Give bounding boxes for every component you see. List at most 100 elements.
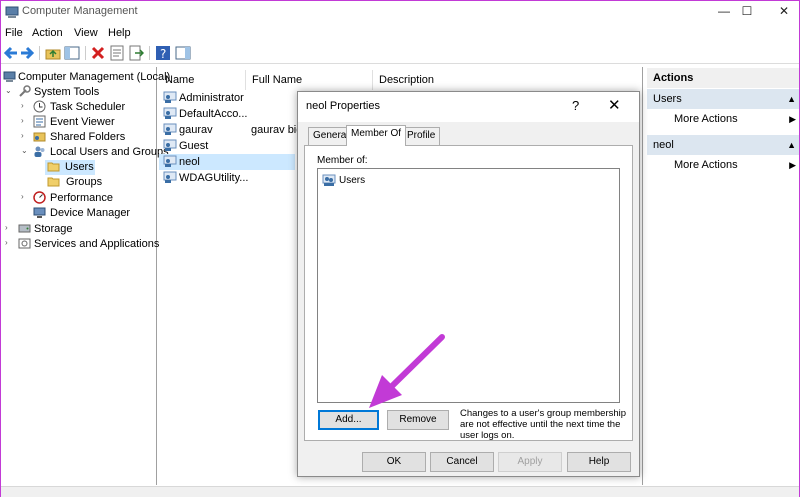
- expand-arrow-icon[interactable]: ›: [21, 131, 29, 140]
- title-bar: Computer Management — ☐ ✕: [1, 1, 799, 23]
- tree-item-label: System Tools: [34, 86, 100, 98]
- tree-item-label: Groups: [66, 176, 103, 188]
- submenu-arrow-icon: ▶: [789, 160, 796, 170]
- user-icon: [163, 123, 177, 135]
- add-button[interactable]: Add...: [318, 410, 379, 430]
- tab-profile[interactable]: Profile: [402, 127, 441, 145]
- actions-section-title: neol: [653, 139, 674, 151]
- export-list-icon[interactable]: [128, 45, 144, 61]
- storage-icon: [18, 224, 31, 233]
- actions-section-neol[interactable]: neol ▲: [647, 135, 799, 155]
- dialog-help-button[interactable]: ?: [572, 98, 579, 113]
- expand-arrow-icon[interactable]: ›: [5, 223, 13, 232]
- submenu-arrow-icon: ▶: [789, 114, 796, 124]
- services-icon: [18, 238, 31, 249]
- delete-icon[interactable]: [90, 45, 106, 61]
- list-item[interactable]: WDAGUtility...: [163, 170, 253, 186]
- properties-icon[interactable]: [109, 45, 125, 61]
- back-arrow-icon[interactable]: [3, 45, 19, 61]
- list-item-name: DefaultAcco...: [179, 108, 248, 120]
- ok-button[interactable]: OK: [362, 452, 426, 472]
- more-actions-users[interactable]: More Actions ▶: [647, 110, 799, 128]
- status-bar: [1, 486, 799, 497]
- toolbar-separator: [85, 46, 86, 60]
- help-button[interactable]: Help: [567, 452, 631, 472]
- expand-arrow-icon[interactable]: ›: [5, 238, 13, 247]
- list-item-name: Administrator: [179, 92, 244, 104]
- user-icon: [163, 107, 177, 119]
- member-of-list[interactable]: Users: [317, 168, 620, 403]
- close-button[interactable]: ✕: [765, 1, 800, 23]
- expand-arrow-icon[interactable]: ›: [21, 192, 29, 201]
- expand-arrow-icon[interactable]: ⌄: [5, 86, 13, 95]
- collapse-arrow-icon[interactable]: ▲: [787, 135, 796, 155]
- folder-icon: [47, 177, 60, 187]
- tree-item-users[interactable]: Users: [45, 160, 95, 175]
- window-title: Computer Management: [22, 5, 138, 17]
- shared-folder-icon: [33, 132, 46, 142]
- column-header-name[interactable]: Name: [159, 70, 246, 90]
- member-of-panel: Member of: Users Add... Remove Changes t…: [304, 145, 633, 441]
- dialog-title: neol Properties: [306, 100, 380, 112]
- remove-button[interactable]: Remove: [387, 410, 449, 430]
- show-hide-tree-icon[interactable]: [64, 45, 80, 61]
- tab-member-of[interactable]: Member Of: [346, 125, 407, 146]
- cancel-button[interactable]: Cancel: [430, 452, 494, 472]
- toolbar-separator: [149, 46, 150, 60]
- up-folder-icon[interactable]: [45, 45, 61, 61]
- tree-item-label: Storage: [34, 223, 73, 235]
- menu-bar: File Action View Help: [1, 24, 799, 42]
- computer-management-window: Computer Management — ☐ ✕ File Action Vi…: [0, 0, 800, 497]
- event-viewer-icon: [33, 115, 46, 128]
- column-header-full-name[interactable]: Full Name: [246, 70, 373, 90]
- toolbar-separator: [39, 46, 40, 60]
- expand-arrow-icon[interactable]: ›: [21, 116, 29, 125]
- expand-arrow-icon[interactable]: ›: [21, 101, 29, 110]
- list-item-name: gaurav: [179, 124, 213, 136]
- column-header-description[interactable]: Description: [373, 70, 641, 90]
- tree-item-label: Local Users and Groups: [50, 146, 169, 158]
- member-of-label: Member of:: [317, 155, 368, 166]
- list-item-name: WDAGUtility...: [179, 172, 249, 184]
- user-icon: [163, 91, 177, 103]
- group-icon: [322, 174, 336, 186]
- membership-note: Changes to a user's group membership are…: [460, 408, 627, 441]
- actions-header: Actions: [647, 68, 799, 88]
- menu-view[interactable]: View: [74, 27, 98, 39]
- actions-pane: Actions Users ▲ More Actions ▶ neol ▲ Mo…: [647, 67, 799, 485]
- collapse-arrow-icon[interactable]: ▲: [787, 89, 796, 109]
- navigation-tree: Computer Management (Local) ⌄ System Too…: [1, 67, 170, 485]
- menu-help[interactable]: Help: [108, 27, 131, 39]
- tree-item-label: Task Scheduler: [50, 101, 126, 113]
- list-item[interactable]: Guest: [163, 138, 243, 154]
- show-action-pane-icon[interactable]: [175, 45, 191, 61]
- more-actions-neol[interactable]: More Actions ▶: [647, 156, 799, 174]
- svg-text:?: ?: [160, 47, 166, 61]
- more-actions-label: More Actions: [674, 113, 738, 125]
- tree-item-label: Event Viewer: [50, 116, 115, 128]
- maximize-button[interactable]: ☐: [728, 1, 766, 23]
- list-item-selected[interactable]: neol: [159, 154, 295, 170]
- toolbar: ?: [1, 42, 799, 64]
- more-actions-label: More Actions: [674, 159, 738, 171]
- menu-file[interactable]: File: [5, 27, 23, 39]
- help-icon[interactable]: ?: [155, 45, 171, 61]
- list-item[interactable]: DefaultAcco...: [163, 106, 247, 122]
- tree-item-label: Shared Folders: [50, 131, 126, 143]
- forward-arrow-icon[interactable]: [19, 45, 35, 61]
- actions-section-users[interactable]: Users ▲: [647, 89, 799, 109]
- apply-button[interactable]: Apply: [498, 452, 562, 472]
- computer-management-icon: [3, 71, 16, 82]
- performance-icon: [33, 191, 46, 204]
- user-icon: [163, 155, 177, 167]
- tree-item-label: Device Manager: [50, 207, 131, 219]
- computer-management-icon: [5, 6, 19, 18]
- expand-arrow-icon[interactable]: ⌄: [21, 146, 29, 155]
- actions-section-title: Users: [653, 93, 682, 105]
- list-item[interactable]: Administrator: [163, 90, 244, 106]
- group-name: Users: [339, 175, 366, 186]
- menu-action[interactable]: Action: [32, 27, 63, 39]
- users-icon: [34, 146, 45, 157]
- dialog-title-bar: neol Properties ? ✕: [298, 92, 639, 122]
- dialog-close-button[interactable]: ✕: [608, 96, 621, 114]
